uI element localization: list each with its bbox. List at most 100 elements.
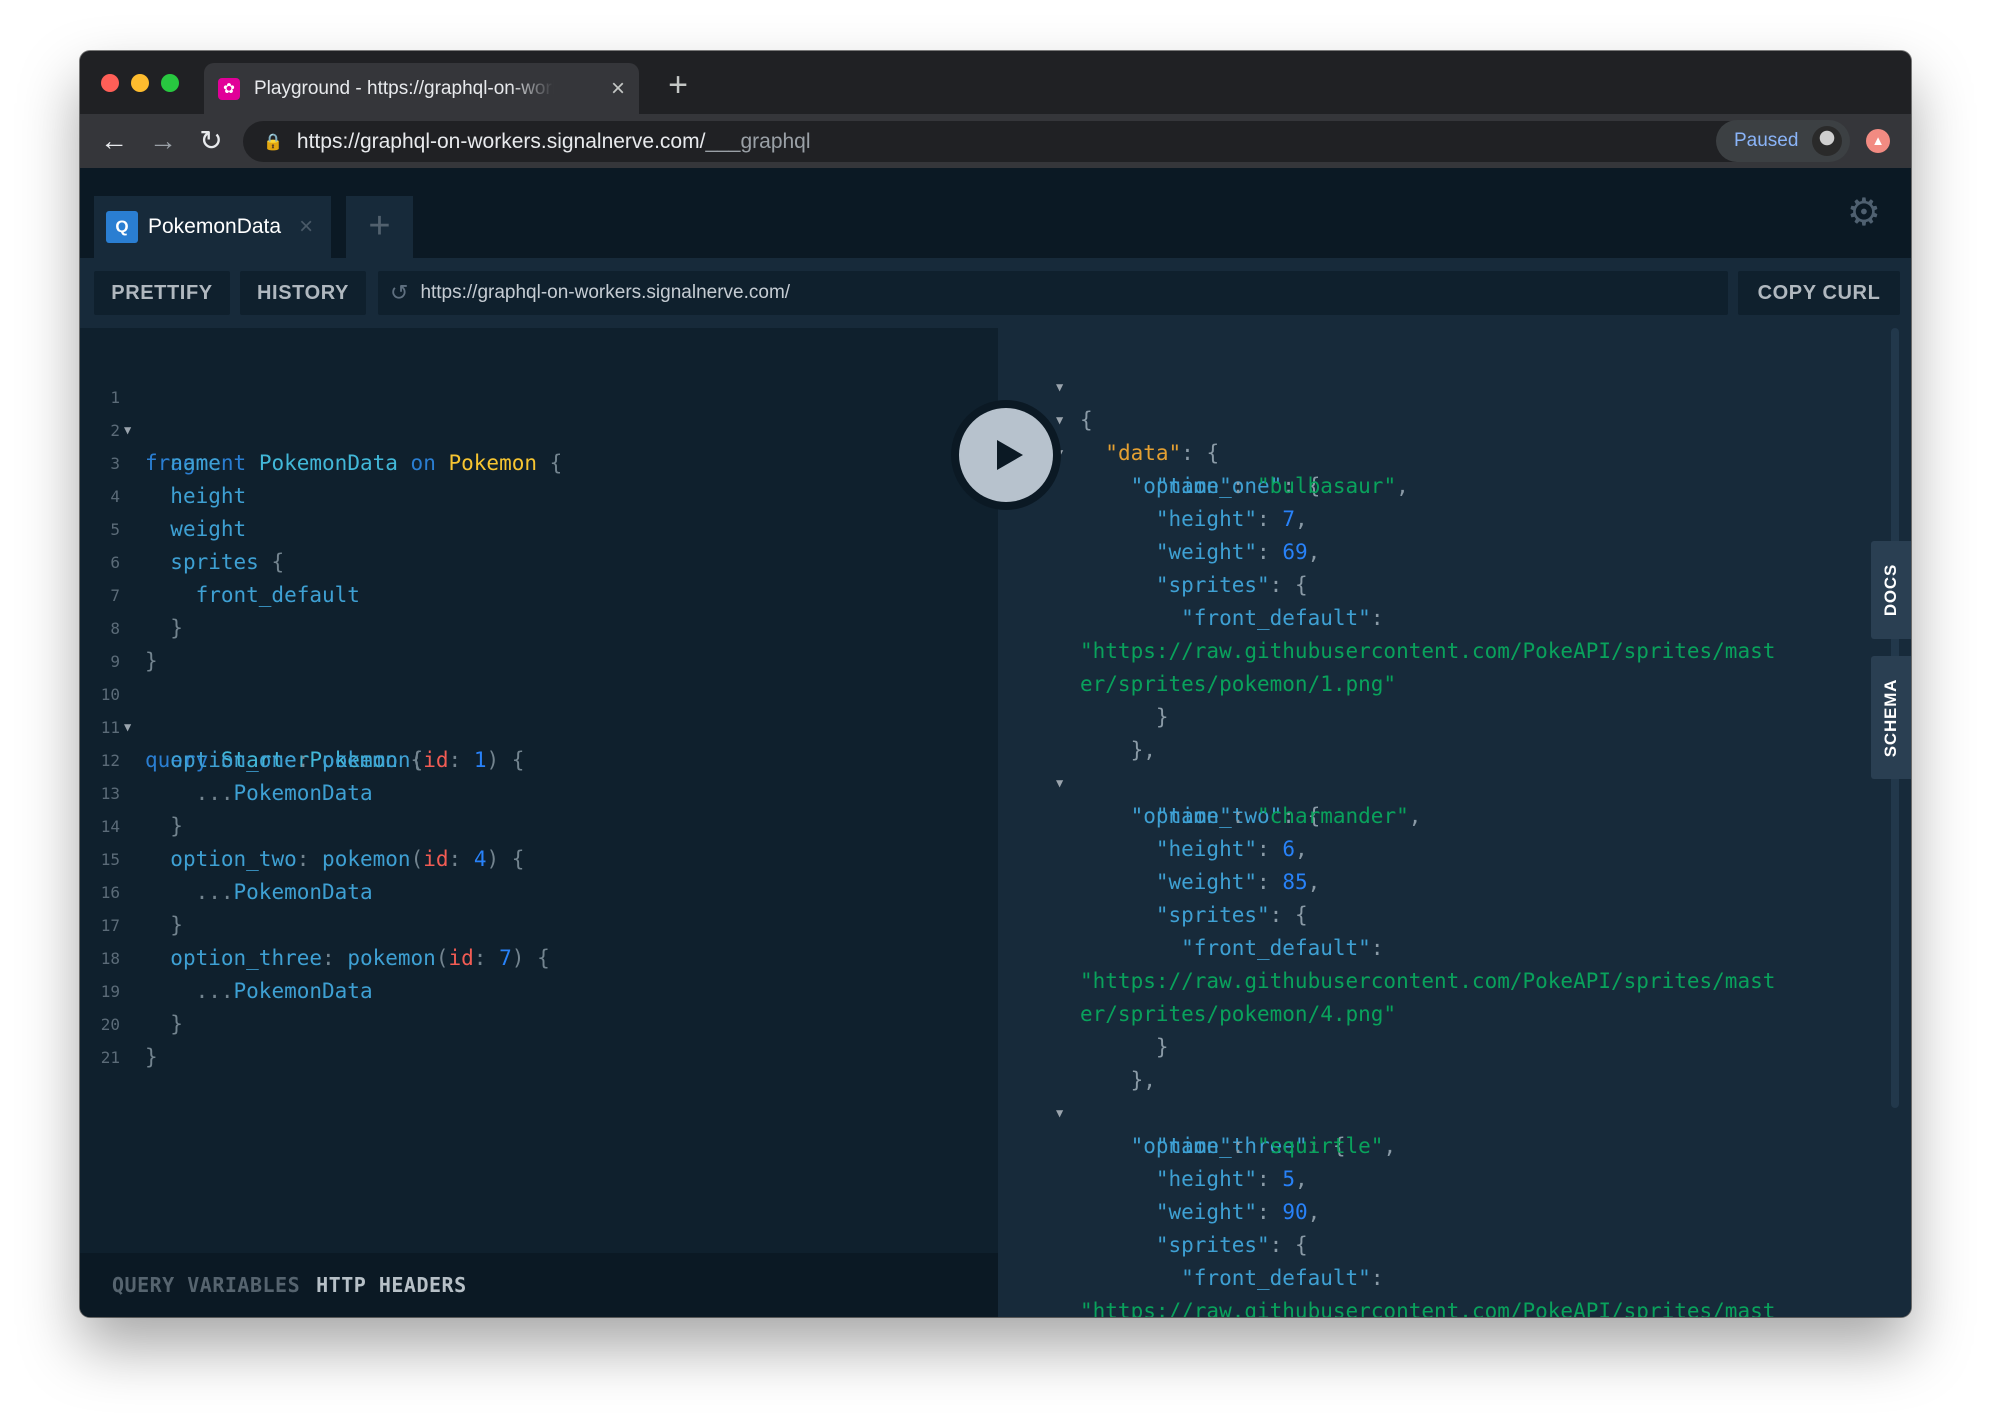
json-key: "front_default" bbox=[1181, 1266, 1371, 1290]
code-line: 11 option_one: pokemon(id: 1) { bbox=[80, 678, 998, 772]
code-line: 5 sprites { bbox=[80, 480, 998, 574]
result-line: }, bbox=[1130, 1068, 1156, 1092]
avatar bbox=[1812, 126, 1842, 156]
code-line: 3 height bbox=[80, 414, 998, 508]
json-key: "height" bbox=[1155, 507, 1258, 531]
endpoint-input[interactable]: ↺ https://graphql-on-workers.signalnerve… bbox=[378, 271, 1728, 315]
code-line: 19 } bbox=[80, 942, 998, 1036]
result-panel[interactable]: ▼ { ▼ "data": { ▼ "option_one": { "name"… bbox=[998, 328, 1911, 1317]
code-line: 2 name bbox=[80, 381, 998, 475]
code-line: 15 ...PokemonData bbox=[80, 810, 998, 904]
docs-tab[interactable]: DOCS bbox=[1871, 541, 1911, 639]
result-line: "front_default": bbox=[1181, 1266, 1384, 1290]
json-string: "bulbasaur" bbox=[1257, 474, 1397, 498]
code-line: 10 ▼ query StarterPokemon { bbox=[80, 645, 998, 772]
json-number: 90 bbox=[1282, 1200, 1308, 1224]
profile-button[interactable]: Paused bbox=[1716, 120, 1850, 162]
json-string: "https://raw.githubusercontent.com/PokeA… bbox=[1080, 1299, 1776, 1317]
result-line: "height": 6, bbox=[1155, 837, 1308, 861]
refresh-icon[interactable]: ↺ bbox=[390, 280, 408, 306]
query-editor[interactable]: 1 ▼ fragment PokemonData on Pokemon { 2 … bbox=[80, 328, 998, 1317]
lock-icon: 🔒 bbox=[263, 133, 283, 151]
result-line: "https://raw.githubusercontent.com/PokeA… bbox=[998, 932, 1775, 993]
result-line: ▼ "option_two": { bbox=[998, 734, 1320, 828]
result-line: "weight": 90, bbox=[1155, 1200, 1321, 1224]
result-line: "front_default": bbox=[1181, 606, 1384, 630]
result-line: "sprites": { bbox=[1155, 1233, 1308, 1257]
result-line: "front_default": bbox=[1181, 936, 1384, 960]
address-bar[interactable]: 🔒 https://graphql-on-workers.signalnerve… bbox=[243, 121, 1773, 162]
result-line: } bbox=[1155, 705, 1169, 729]
close-window-button[interactable] bbox=[101, 74, 119, 92]
result-line: "name": "squirtle", bbox=[1155, 1134, 1397, 1158]
browser-window: ✿ Playground - https://graphql-on-worker… bbox=[80, 51, 1911, 1317]
json-key: "weight" bbox=[1155, 1200, 1258, 1224]
json-number: 7 bbox=[1282, 507, 1295, 531]
query-badge: Q bbox=[106, 211, 138, 243]
close-icon[interactable]: × bbox=[611, 76, 625, 101]
browser-tab-playground[interactable]: ✿ Playground - https://graphql-on-worker… bbox=[204, 63, 639, 114]
schema-tab-label: SCHEMA bbox=[1881, 678, 1901, 757]
code-line: 9 bbox=[80, 612, 998, 671]
json-string: "https://raw.githubusercontent.com/PokeA… bbox=[1080, 639, 1776, 663]
code-line: 7 } bbox=[80, 546, 998, 640]
json-key: "sprites" bbox=[1155, 1233, 1270, 1257]
json-key: "data" bbox=[1105, 441, 1182, 465]
browser-tab-strip: ✿ Playground - https://graphql-on-worker… bbox=[80, 51, 1911, 114]
add-tab-button[interactable]: + bbox=[346, 196, 413, 258]
code-line: 16 } bbox=[80, 843, 998, 937]
result-line: } bbox=[1155, 1035, 1169, 1059]
reload-icon[interactable]: ↻ bbox=[194, 124, 228, 158]
tab-http-headers[interactable]: HTTP HEADERS bbox=[316, 1273, 467, 1297]
close-icon[interactable]: × bbox=[299, 213, 313, 241]
code-line: 1 ▼ fragment PokemonData on Pokemon { bbox=[80, 348, 998, 475]
run-query-button[interactable] bbox=[951, 400, 1061, 510]
json-string: "charmander" bbox=[1257, 804, 1409, 828]
arrow-left-icon[interactable]: ← bbox=[97, 124, 131, 158]
code-line: 8 } bbox=[80, 579, 998, 673]
prettify-button[interactable]: PRETTIFY bbox=[94, 271, 230, 315]
json-key: "sprites" bbox=[1155, 573, 1270, 597]
json-string: er/sprites/pokemon/4.png" bbox=[1080, 1002, 1397, 1026]
browser-toolbar: ← → ↻ 🔒 https://graphql-on-workers.signa… bbox=[80, 114, 1911, 168]
code-line: 20 } bbox=[80, 975, 998, 1069]
maximize-window-button[interactable] bbox=[161, 74, 179, 92]
code-line: 17 option_three: pokemon(id: 7) { bbox=[80, 876, 998, 970]
gear-icon[interactable]: ⚙ bbox=[1847, 190, 1881, 235]
arrow-right-icon[interactable]: → bbox=[146, 124, 180, 158]
schema-tab[interactable]: SCHEMA bbox=[1871, 656, 1911, 779]
result-line: "https://raw.githubusercontent.com/PokeA… bbox=[998, 602, 1775, 663]
browser-tab-title: Playground - https://graphql-on-workers.… bbox=[254, 77, 554, 99]
json-key: "height" bbox=[1155, 837, 1258, 861]
tab-label: PokemonData bbox=[148, 215, 282, 238]
json-number: 69 bbox=[1282, 540, 1308, 564]
tab-query-variables[interactable]: QUERY VARIABLES bbox=[112, 1273, 300, 1297]
result-line: ▼ "data": { bbox=[998, 371, 1219, 465]
docs-tab-label: DOCS bbox=[1881, 563, 1901, 617]
playground-tab-bar: Q PokemonData × + ⚙ bbox=[80, 168, 1911, 258]
history-button[interactable]: HISTORY bbox=[240, 271, 366, 315]
code-line: 4 weight bbox=[80, 447, 998, 541]
play-triangle bbox=[997, 440, 1023, 470]
new-tab-button[interactable]: + bbox=[658, 65, 698, 105]
result-line: "name": "charmander", bbox=[1155, 804, 1422, 828]
extension-icon[interactable]: ▲ bbox=[1866, 129, 1890, 153]
json-number: 85 bbox=[1282, 870, 1308, 894]
json-key: "height" bbox=[1155, 1167, 1258, 1191]
result-line: "weight": 85, bbox=[1155, 870, 1321, 894]
code-line: 18 ...PokemonData bbox=[80, 909, 998, 1003]
json-key: "weight" bbox=[1155, 540, 1258, 564]
profile-status-label: Paused bbox=[1734, 130, 1799, 151]
url-host: https://graphql-on-workers.signalnerve.c… bbox=[296, 129, 706, 153]
graphql-playground: Q PokemonData × + ⚙ PRETTIFY HISTORY ↺ h… bbox=[80, 168, 1911, 1317]
minimize-window-button[interactable] bbox=[131, 74, 149, 92]
tab-pokemondata[interactable]: Q PokemonData × bbox=[94, 196, 331, 258]
url-path: ___graphql bbox=[705, 129, 811, 153]
code-line: 12 ...PokemonData bbox=[80, 711, 998, 805]
code-line: 13 } bbox=[80, 744, 998, 838]
json-key: "weight" bbox=[1155, 870, 1258, 894]
json-key: "name" bbox=[1155, 1134, 1232, 1158]
copy-curl-button[interactable]: COPY CURL bbox=[1738, 271, 1900, 315]
playground-toolbar: PRETTIFY HISTORY ↺ https://graphql-on-wo… bbox=[80, 258, 1911, 328]
json-key: "front_default" bbox=[1181, 936, 1371, 960]
